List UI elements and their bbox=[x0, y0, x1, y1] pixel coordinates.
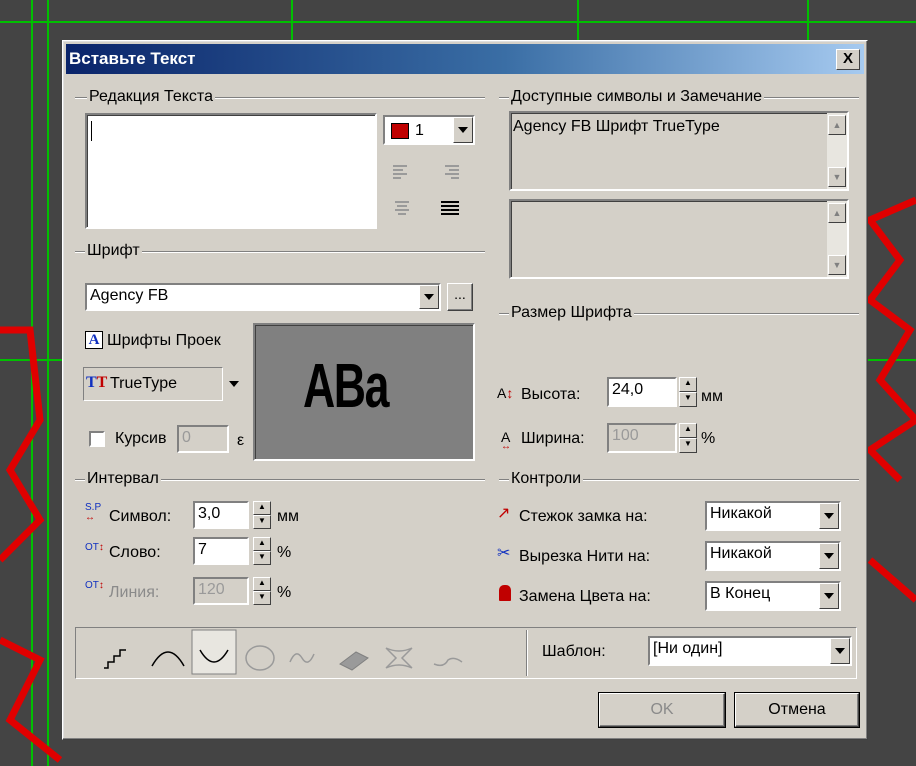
dialog-title: Вставьте Текст bbox=[69, 49, 196, 68]
char-spacing-unit: мм bbox=[277, 508, 299, 525]
color-value: 1 bbox=[415, 122, 424, 139]
line-spacing-input[interactable]: 120 bbox=[193, 577, 249, 605]
italic-unit: ε bbox=[237, 432, 245, 449]
chevron-down-icon[interactable] bbox=[819, 583, 839, 609]
char-spacing-label: Символ: bbox=[109, 508, 172, 525]
word-spacing-label: Слово: bbox=[109, 544, 161, 561]
scissors-icon: ✂ bbox=[497, 545, 511, 562]
height-stepper[interactable]: ▲ ▼ bbox=[679, 377, 697, 407]
text-edit-area[interactable] bbox=[85, 113, 377, 229]
chevron-down-icon[interactable] bbox=[819, 503, 839, 529]
insert-text-dialog: Вставьте Текст X Редакция Текста 1 Шрифт… bbox=[62, 40, 868, 740]
truetype-icon: TT bbox=[86, 374, 108, 391]
scroll-down-icon[interactable]: ▼ bbox=[828, 255, 846, 275]
color-select[interactable]: 1 bbox=[383, 115, 475, 145]
color-change-icon bbox=[499, 585, 511, 601]
font-browse-button[interactable]: ... bbox=[447, 283, 473, 311]
chevron-down-icon[interactable] bbox=[830, 638, 850, 664]
width-icon: A ↔ bbox=[501, 429, 511, 452]
italic-checkbox[interactable] bbox=[89, 431, 105, 447]
info-scrollbar[interactable]: ▲ ▼ bbox=[827, 113, 847, 189]
lock-stitch-select[interactable]: Никакой bbox=[705, 501, 841, 531]
available-group-label: Доступные символы и Замечание bbox=[509, 88, 765, 106]
char-spacing-input[interactable]: 3,0 bbox=[193, 501, 249, 529]
width-label: Ширина: bbox=[521, 430, 585, 447]
width-stepper[interactable]: ▲ ▼ bbox=[679, 423, 697, 453]
thread-cut-label: Вырезка Нити на: bbox=[519, 548, 651, 565]
available-info-box: Agency FB Шрифт TrueType ▲ ▼ bbox=[509, 111, 849, 191]
close-button[interactable]: X bbox=[836, 49, 860, 70]
template-value: [Ни один] bbox=[653, 640, 723, 657]
project-font-icon: A bbox=[85, 331, 103, 349]
controls-group-label: Контроли bbox=[509, 470, 584, 488]
font-group-label: Шрифт bbox=[85, 242, 142, 260]
char-spacing-icon: S.P ↔ bbox=[85, 502, 102, 523]
thread-cut-value: Никакой bbox=[710, 545, 772, 562]
height-icon: A↕ bbox=[497, 385, 514, 401]
ok-button[interactable]: OK bbox=[599, 693, 725, 727]
text-edit-group-label: Редакция Текста bbox=[87, 88, 215, 106]
thread-cut-select[interactable]: Никакой bbox=[705, 541, 841, 571]
project-fonts-label[interactable]: Шрифты Проек bbox=[107, 331, 221, 351]
cancel-button[interactable]: Отмена bbox=[735, 693, 859, 727]
font-preview-text: ABa bbox=[303, 352, 389, 421]
note-scrollbar[interactable]: ▲ ▼ bbox=[827, 201, 847, 277]
height-unit: мм bbox=[701, 388, 723, 405]
template-select[interactable]: [Ни один] bbox=[648, 636, 852, 666]
toolbar-separator bbox=[526, 630, 528, 676]
chevron-down-icon[interactable] bbox=[453, 117, 473, 143]
align-justify-icon[interactable] bbox=[441, 201, 459, 215]
italic-angle-input[interactable]: 0 bbox=[177, 425, 229, 453]
word-spacing-icon: ОТ↕ bbox=[85, 542, 104, 553]
font-size-group-label: Размер Шрифта bbox=[509, 304, 634, 322]
line-spacing-icon: ОТ↕ bbox=[85, 580, 104, 591]
width-input[interactable]: 100 bbox=[607, 423, 677, 453]
line-spacing-stepper[interactable]: ▲ ▼ bbox=[253, 577, 271, 605]
color-change-value: В Конец bbox=[710, 585, 771, 602]
align-left-icon[interactable] bbox=[393, 165, 411, 179]
font-type-label: TrueType bbox=[110, 375, 177, 392]
template-label: Шаблон: bbox=[542, 643, 606, 660]
word-spacing-input[interactable]: 7 bbox=[193, 537, 249, 565]
word-spacing-stepper[interactable]: ▲ ▼ bbox=[253, 537, 271, 565]
width-unit: % bbox=[701, 430, 716, 447]
shape-toolbar: Шаблон: [Ни один] bbox=[75, 627, 857, 679]
char-spacing-stepper[interactable]: ▲ ▼ bbox=[253, 501, 271, 529]
scroll-down-icon[interactable]: ▼ bbox=[828, 167, 846, 187]
note-box: ▲ ▼ bbox=[509, 199, 849, 279]
scroll-up-icon[interactable]: ▲ bbox=[828, 203, 846, 223]
chevron-down-icon[interactable] bbox=[819, 543, 839, 569]
line-spacing-unit: % bbox=[277, 584, 292, 601]
word-spacing-unit: % bbox=[277, 544, 292, 561]
color-change-label: Замена Цвета на: bbox=[519, 588, 651, 605]
scroll-up-icon[interactable]: ▲ bbox=[828, 115, 846, 135]
chevron-down-icon[interactable] bbox=[419, 285, 439, 309]
available-info-text: Agency FB Шрифт TrueType bbox=[513, 118, 720, 135]
font-select-value: Agency FB bbox=[90, 287, 169, 304]
font-type-button[interactable]: TT TrueType bbox=[83, 367, 223, 401]
text-cursor bbox=[91, 121, 92, 141]
italic-label: Курсив bbox=[115, 430, 167, 447]
lock-stitch-value: Никакой bbox=[710, 505, 772, 522]
height-input[interactable]: 24,0 bbox=[607, 377, 677, 407]
lock-stitch-icon: ↗ bbox=[497, 505, 511, 522]
height-label: Высота: bbox=[521, 386, 581, 403]
lock-stitch-label: Стежок замка на: bbox=[519, 508, 648, 525]
color-swatch bbox=[391, 123, 409, 139]
color-change-select[interactable]: В Конец bbox=[705, 581, 841, 611]
font-preview: ABa bbox=[253, 323, 475, 461]
align-right-icon[interactable] bbox=[441, 165, 459, 179]
interval-group-label: Интервал bbox=[85, 470, 161, 488]
shape-icons bbox=[104, 629, 463, 675]
chevron-down-icon[interactable] bbox=[229, 381, 239, 387]
title-bar: Вставьте Текст X bbox=[66, 44, 864, 74]
align-center-icon[interactable] bbox=[393, 201, 411, 215]
line-spacing-label: Линия: bbox=[109, 584, 160, 601]
font-select[interactable]: Agency FB bbox=[85, 283, 441, 311]
